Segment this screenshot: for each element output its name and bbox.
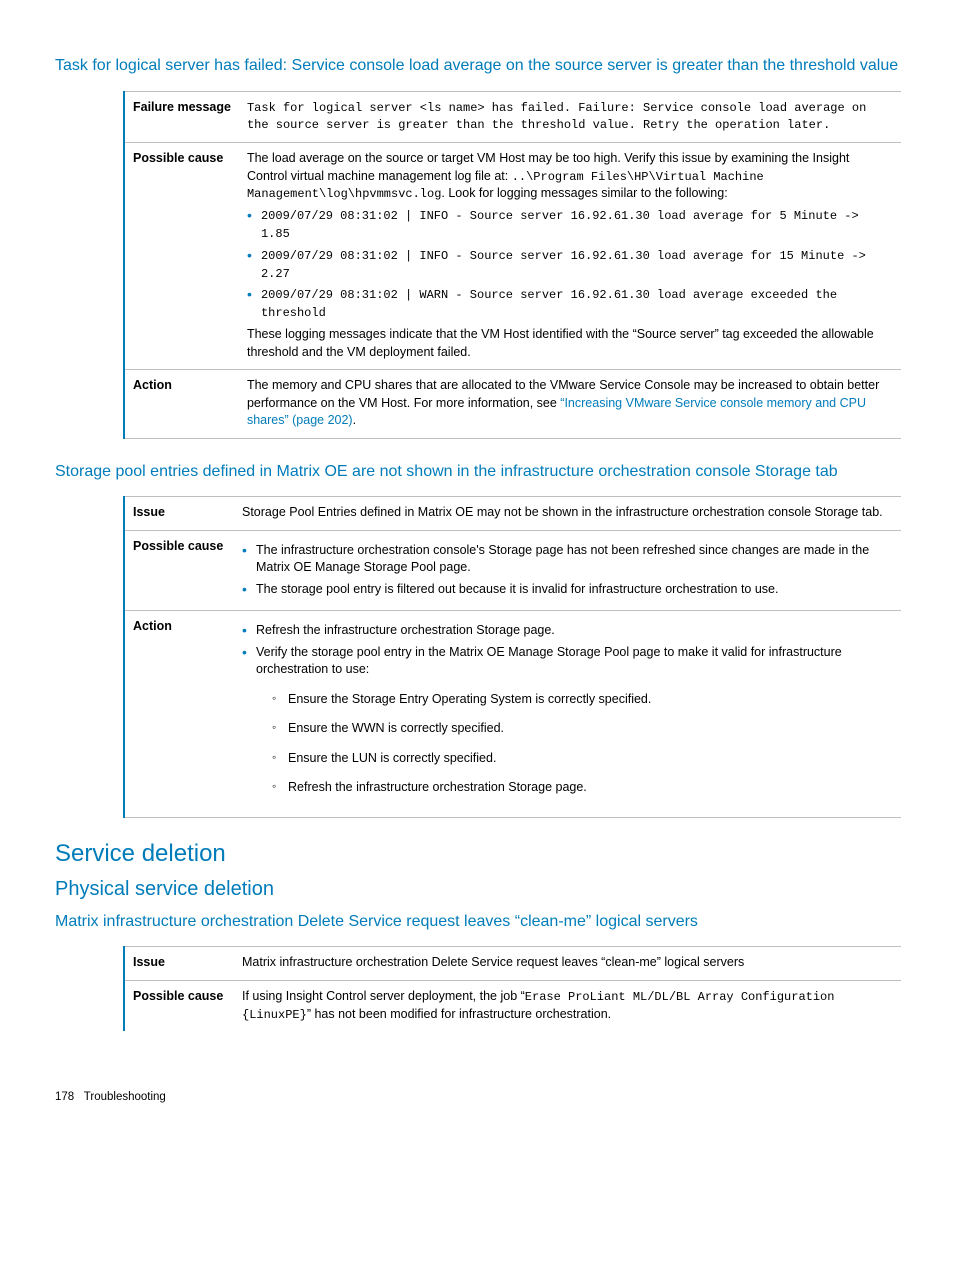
action-subitem: Ensure the LUN is correctly specified. bbox=[272, 750, 893, 768]
page-number: 178 bbox=[55, 1091, 74, 1103]
row-content: Matrix infrastructure orchestration Dele… bbox=[234, 947, 901, 981]
row-label: Failure message bbox=[124, 91, 239, 143]
action-item-text: Verify the storage pool entry in the Mat… bbox=[256, 645, 842, 677]
failure-message-text: Task for logical server <ls name> has fa… bbox=[247, 101, 866, 133]
cause-text-b: ” has not been modified for infrastructu… bbox=[307, 1007, 611, 1021]
cause-item: The infrastructure orchestration console… bbox=[242, 542, 893, 577]
page-footer: 178 Troubleshooting bbox=[55, 1091, 899, 1103]
row-content: Storage Pool Entries defined in Matrix O… bbox=[234, 497, 901, 531]
table-clean-me: Issue Matrix infrastructure orchestratio… bbox=[123, 946, 901, 1031]
row-label: Possible cause bbox=[124, 530, 234, 611]
row-content: The memory and CPU shares that are alloc… bbox=[239, 370, 901, 439]
row-label: Action bbox=[124, 611, 234, 818]
cause-text-a: If using Insight Control server deployme… bbox=[242, 989, 525, 1003]
action-text-b: . bbox=[353, 413, 356, 427]
cause-item: The storage pool entry is filtered out b… bbox=[242, 581, 893, 599]
row-label: Issue bbox=[124, 497, 234, 531]
action-subitem: Ensure the Storage Entry Operating Syste… bbox=[272, 691, 893, 709]
log-line: 2009/07/29 08:31:02 | INFO - Source serv… bbox=[261, 249, 866, 281]
log-line: 2009/07/29 08:31:02 | WARN - Source serv… bbox=[261, 288, 837, 320]
row-content: Task for logical server <ls name> has fa… bbox=[239, 91, 901, 143]
action-subitem: Refresh the infrastructure orchestration… bbox=[272, 779, 893, 797]
action-item: Refresh the infrastructure orchestration… bbox=[242, 622, 893, 640]
row-label: Possible cause bbox=[124, 143, 239, 370]
cause-intro-b: . Look for logging messages similar to t… bbox=[441, 186, 727, 200]
row-label: Possible cause bbox=[124, 980, 234, 1031]
table-task-failed: Failure message Task for logical server … bbox=[123, 91, 901, 439]
table-storage-pool: Issue Storage Pool Entries defined in Ma… bbox=[123, 496, 901, 818]
heading-service-deletion: Service deletion bbox=[55, 840, 899, 868]
section-heading-task-failed: Task for logical server has failed: Serv… bbox=[55, 55, 899, 77]
row-content: Refresh the infrastructure orchestration… bbox=[234, 611, 901, 818]
action-item: Verify the storage pool entry in the Mat… bbox=[242, 644, 893, 797]
row-content: The infrastructure orchestration console… bbox=[234, 530, 901, 611]
heading-physical-service-deletion: Physical service deletion bbox=[55, 878, 899, 901]
row-label: Issue bbox=[124, 947, 234, 981]
row-content: The load average on the source or target… bbox=[239, 143, 901, 370]
section-heading-storage-pool: Storage pool entries defined in Matrix O… bbox=[55, 461, 899, 483]
cause-outro: These logging messages indicate that the… bbox=[247, 327, 874, 359]
log-line: 2009/07/29 08:31:02 | INFO - Source serv… bbox=[261, 209, 859, 241]
row-label: Action bbox=[124, 370, 239, 439]
section-name: Troubleshooting bbox=[84, 1091, 166, 1103]
section-heading-clean-me: Matrix infrastructure orchestration Dele… bbox=[55, 911, 899, 933]
action-subitem: Ensure the WWN is correctly specified. bbox=[272, 720, 893, 738]
row-content: If using Insight Control server deployme… bbox=[234, 980, 901, 1031]
